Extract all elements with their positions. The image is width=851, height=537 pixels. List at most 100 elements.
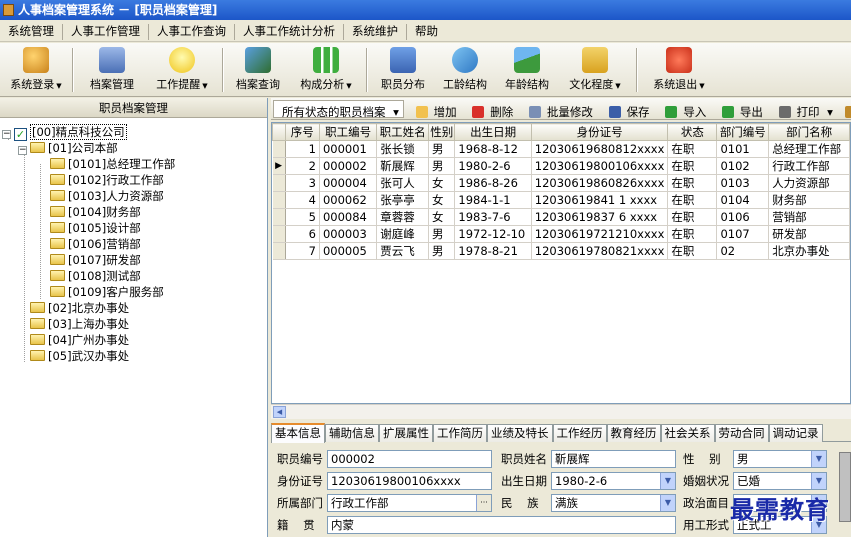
table-cell[interactable]: 在职 — [667, 242, 718, 260]
tab-resume[interactable]: 工作简历 — [433, 424, 487, 442]
chevron-down-icon[interactable]: ▼ — [660, 495, 675, 511]
table-cell[interactable]: 在职 — [667, 208, 718, 226]
gender-select[interactable]: 男 ▼ — [733, 450, 827, 468]
table-cell[interactable]: 北京办事处 — [768, 242, 850, 260]
table-cell[interactable]: 1983-7-6 — [454, 208, 532, 226]
menu-hr-work[interactable]: 人事工作管理 — [63, 20, 148, 42]
table-cell[interactable]: 000002 — [319, 157, 378, 175]
add-button[interactable]: 增加 — [412, 101, 465, 123]
menu-system[interactable]: 系统管理 — [0, 20, 62, 42]
table-cell[interactable]: 1972-12-10 — [454, 225, 532, 243]
save-button[interactable]: 保存 — [605, 101, 658, 123]
status-filter-dropdown[interactable]: 所有状态的职员档案 ▾ — [273, 100, 404, 119]
table-cell[interactable]: 人力资源部 — [768, 174, 850, 192]
table-row[interactable]: 4 000062 张亭亭女 1984-1-1 12030619841 1 xxxx 在职 0… — [272, 191, 850, 209]
table-cell[interactable]: 12030619721210xxxx — [531, 225, 669, 243]
table-cell[interactable]: 总经理工作部 — [768, 140, 850, 158]
table-row[interactable]: ▶ 2 000002 靳展辉男 1980-2-6 12030619800106xxxx 在职… — [272, 157, 850, 175]
table-cell[interactable]: 张长锁 — [376, 140, 430, 158]
table-cell[interactable]: 000003 — [319, 225, 378, 243]
table-cell[interactable]: 财务部 — [768, 191, 850, 209]
table-cell[interactable]: 000062 — [319, 191, 378, 209]
tree-node-dept[interactable]: [0101]总经理工作部 — [50, 156, 175, 172]
column-header[interactable]: 部门名称 — [768, 123, 850, 141]
marital-select[interactable]: 已婚 ▼ — [733, 472, 827, 490]
tree-node-dept[interactable]: [0109]客户服务部 — [50, 284, 164, 300]
table-cell[interactable]: 女 — [428, 174, 456, 192]
tree-node-office[interactable]: [03]上海办事处 — [30, 316, 129, 332]
print-button[interactable]: 打印 ▾ — [775, 101, 837, 123]
table-cell[interactable]: 0101 — [716, 140, 770, 158]
table-cell[interactable]: 男 — [428, 157, 456, 175]
tab-aux-info[interactable]: 辅助信息 — [325, 424, 379, 442]
menu-maintenance[interactable]: 系统维护 — [344, 20, 406, 42]
table-cell[interactable]: 0104 — [716, 191, 770, 209]
table-cell[interactable]: 男 — [428, 242, 456, 260]
table-cell[interactable]: 12030619780821xxxx — [531, 242, 669, 260]
nation-select[interactable]: 满族 ▼ — [551, 494, 676, 512]
table-cell[interactable]: 营销部 — [768, 208, 850, 226]
table-cell[interactable]: 12030619860826xxxx — [531, 174, 669, 192]
table-cell[interactable]: 7 — [285, 242, 320, 260]
tree-node-dept[interactable]: [0104]财务部 — [50, 204, 141, 220]
tree-node-office[interactable]: [02]北京办事处 — [30, 300, 129, 316]
table-cell[interactable]: 研发部 — [768, 225, 850, 243]
row-indicator[interactable] — [272, 208, 286, 226]
row-indicator[interactable] — [272, 242, 286, 260]
table-cell[interactable]: 02 — [716, 242, 770, 260]
tab-education[interactable]: 教育经历 — [606, 424, 661, 442]
tab-contract[interactable]: 劳动合同 — [714, 424, 769, 442]
table-cell[interactable]: 0106 — [716, 208, 770, 226]
table-cell[interactable]: 在职 — [667, 174, 718, 192]
table-cell[interactable]: 000005 — [319, 242, 378, 260]
menu-help[interactable]: 帮助 — [407, 20, 446, 42]
tree-node-dept[interactable]: [0107]研发部 — [50, 252, 141, 268]
toolbar-distribution-button[interactable]: 职员分布 — [374, 45, 432, 95]
table-cell[interactable]: 5 — [285, 208, 320, 226]
table-cell[interactable]: 0107 — [716, 225, 770, 243]
column-header[interactable]: 序号 — [284, 123, 320, 141]
column-header[interactable]: 出生日期 — [454, 123, 532, 141]
import-button[interactable]: 导入 — [661, 101, 714, 123]
row-indicator[interactable] — [272, 174, 286, 192]
tab-basic-info[interactable]: 基本信息 — [271, 423, 325, 443]
toolbar-seniority-button[interactable]: 工龄结构 — [436, 45, 494, 95]
row-indicator[interactable] — [272, 140, 286, 158]
tab-extended[interactable]: 扩展属性 — [379, 424, 433, 442]
toolbar-composition-button[interactable]: 构成分析 ▼ — [292, 45, 360, 95]
table-cell[interactable]: 000004 — [319, 174, 378, 192]
table-cell[interactable]: 靳展辉 — [376, 157, 430, 175]
table-cell[interactable]: 谢庭峰 — [376, 225, 430, 243]
table-cell[interactable]: 张亭亭 — [376, 191, 430, 209]
tree-node-dept[interactable]: [0103]人力资源部 — [50, 188, 164, 204]
table-cell[interactable]: 张可人 — [376, 174, 430, 192]
table-cell[interactable]: 12030619841 1 xxxx — [531, 191, 669, 209]
table-row[interactable]: 6 000003 谢庭峰男 1972-12-10 12030619721210xxxx 在… — [272, 225, 850, 243]
table-cell[interactable]: 1986-8-26 — [454, 174, 532, 192]
table-cell[interactable]: 1978-8-21 — [454, 242, 532, 260]
emp-no-field[interactable]: 000002 — [327, 450, 492, 468]
column-header[interactable]: 性别 — [428, 123, 456, 141]
table-row[interactable]: 3 000004 张可人女 1986-8-26 12030619860826xxxx 在职… — [272, 174, 850, 192]
tree-node-office[interactable]: [04]广州办事处 — [30, 332, 129, 348]
settings-button[interactable]: 设置 — [841, 101, 851, 123]
scroll-left-icon[interactable]: ◀ — [273, 406, 286, 418]
menu-hr-stats[interactable]: 人事工作统计分析 — [235, 20, 343, 42]
table-cell[interactable]: 12030619837 6 xxxx — [531, 208, 669, 226]
row-indicator[interactable] — [272, 191, 286, 209]
table-row[interactable]: 7 000005 贾云飞男 1978-8-21 12030619780821xxxx 在职… — [272, 242, 850, 260]
tree-node-hq[interactable]: − [01]公司本部 — [18, 140, 118, 156]
export-button[interactable]: 导出 — [718, 101, 771, 123]
table-cell[interactable]: 1968-8-12 — [454, 140, 532, 158]
table-cell[interactable]: 000084 — [319, 208, 378, 226]
column-header[interactable]: 职工姓名 — [376, 123, 430, 141]
horizontal-scrollbar[interactable]: ◀ — [271, 404, 851, 419]
table-cell[interactable]: 女 — [428, 191, 456, 209]
table-cell[interactable]: 男 — [428, 225, 456, 243]
chevron-down-icon[interactable]: ▼ — [811, 451, 826, 467]
table-cell[interactable]: 在职 — [667, 157, 718, 175]
toolbar-reminder-button[interactable]: 工作提醒 ▼ — [148, 45, 216, 95]
table-cell[interactable]: 章蓉蓉 — [376, 208, 430, 226]
row-pointer-icon[interactable]: ▶ — [272, 157, 286, 175]
table-cell[interactable]: 1984-1-1 — [454, 191, 532, 209]
